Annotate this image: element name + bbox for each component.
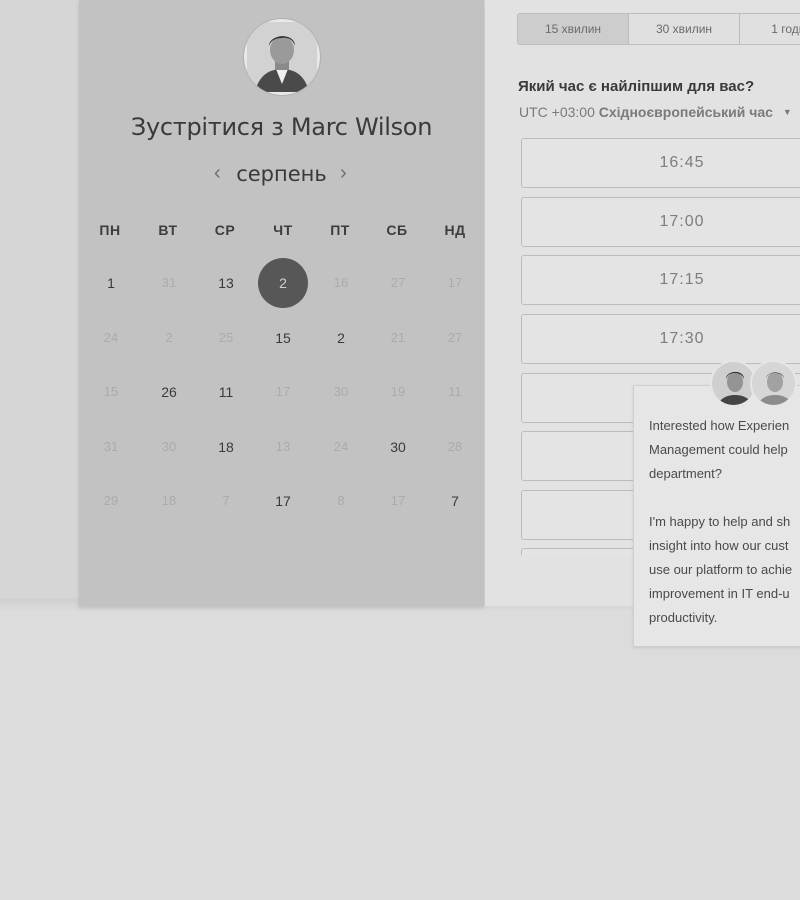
chat-agent-avatar [750, 360, 797, 407]
host-avatar [244, 19, 320, 95]
time-slot-button[interactable]: 16:45 [521, 138, 800, 188]
calendar-day[interactable]: 2 [316, 313, 366, 363]
duration-option-60[interactable]: 1 година [740, 14, 800, 44]
calendar-day: 17 [447, 275, 463, 290]
timezone-offset: UTC +03:00 [519, 104, 595, 120]
calendar-day: 31 [103, 439, 119, 454]
calendar-day-selected[interactable]: 2 [258, 258, 308, 308]
calendar-day[interactable]: 11 [201, 367, 251, 417]
chat-line: I'm happy to help and sh [649, 514, 791, 529]
calendar-day: 29 [103, 493, 119, 508]
time-slot-label: 17:15 [659, 271, 705, 288]
time-slot-label: 17:30 [659, 330, 705, 347]
chat-line: improvement in IT end-u [649, 586, 790, 601]
timezone-name: Східноєвропейський час [598, 104, 773, 120]
time-slot-label: 17:00 [659, 213, 705, 230]
time-question: Який час є найліпшим для вас? [518, 78, 755, 95]
calendar-day: 24 [333, 439, 349, 454]
calendar-day: 17 [275, 384, 291, 399]
calendar-day: 16 [333, 275, 349, 290]
calendar-day: 2 [165, 330, 173, 345]
duration-selector: 15 хвилин 30 хвилин 1 година [517, 13, 800, 45]
time-slot-button[interactable]: 17:30 [521, 314, 800, 364]
chat-message: Interested how Experien Management could… [649, 414, 800, 630]
month-navigator: ‹ серпень › [79, 160, 484, 190]
calendar-day: 30 [333, 384, 349, 399]
chat-line: productivity. [649, 610, 718, 625]
calendar-day[interactable]: 30 [373, 422, 423, 472]
calendar-day[interactable]: 26 [144, 367, 194, 417]
calendar-day: 15 [103, 384, 119, 399]
weekday-label: СБ [386, 222, 408, 238]
calendar-day: 25 [218, 330, 234, 345]
chat-line: Interested how Experien [649, 418, 790, 433]
calendar-day[interactable]: 15 [258, 313, 308, 363]
host-title: Зустрітися з Marc Wilson [130, 113, 433, 141]
calendar-day: 28 [447, 439, 463, 454]
calendar-day: 24 [103, 330, 119, 345]
calendar-day: 21 [390, 330, 406, 345]
weekday-label: ЧТ [273, 222, 293, 238]
calendar-day: 11 [448, 384, 462, 399]
weekday-label: ВТ [158, 222, 178, 238]
timezone-selector[interactable]: UTC +03:00 Східноєвропейський час ▼ [519, 104, 792, 120]
calendar-day: 31 [161, 275, 177, 290]
calendar-day: 8 [337, 493, 345, 508]
duration-option-30[interactable]: 30 хвилин [629, 14, 740, 44]
calendar-day[interactable]: 18 [201, 422, 251, 472]
calendar-day[interactable]: 1 [86, 258, 136, 308]
month-label: серпень [236, 162, 327, 186]
time-slot-label: 16:45 [659, 154, 705, 171]
calendar-day: 7 [222, 493, 230, 508]
calendar-day[interactable]: 13 [201, 258, 251, 308]
weekday-label: ПТ [330, 222, 350, 238]
chat-line: use our platform to achie [649, 562, 793, 577]
chat-line: department? [649, 466, 722, 481]
calendar-day: 17 [390, 493, 406, 508]
weekday-label: НД [444, 222, 466, 238]
calendar-day: 13 [275, 439, 291, 454]
time-slot-button[interactable]: 17:15 [521, 255, 800, 305]
time-slot-button[interactable]: 17:00 [521, 197, 800, 247]
chat-line: Management could help [649, 442, 788, 457]
calendar-day[interactable]: 17 [258, 476, 308, 526]
calendar-day: 27 [390, 275, 406, 290]
chat-line: insight into how our cust [649, 538, 789, 553]
weekday-label: СР [214, 222, 236, 238]
duration-option-15[interactable]: 15 хвилин [518, 14, 629, 44]
calendar-day: 18 [161, 493, 177, 508]
calendar-day: 19 [390, 384, 406, 399]
chat-line [649, 486, 800, 510]
calendar-day[interactable]: 7 [430, 476, 480, 526]
calendar-day: 30 [161, 439, 177, 454]
next-month-chevron-icon[interactable]: › [340, 162, 347, 185]
caret-down-icon: ▼ [782, 107, 792, 117]
weekday-label: ПН [99, 222, 121, 238]
calendar-day: 27 [447, 330, 463, 345]
